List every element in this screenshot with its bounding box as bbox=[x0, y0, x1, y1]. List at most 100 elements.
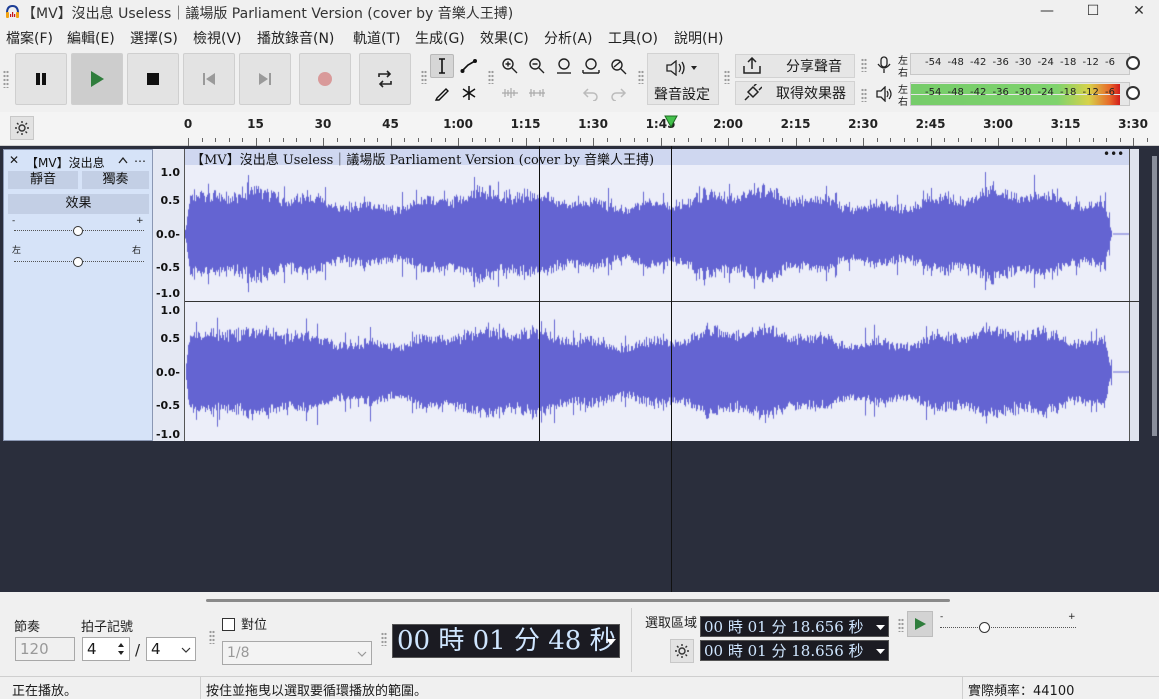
toolbar-grip[interactable] bbox=[381, 632, 387, 646]
timeline-ruler[interactable]: 0 15 30 45 1:00 1:15 1:30 1:45 2:00 2:15 2:30 2:45 3… bbox=[0, 112, 1159, 146]
snap-checkbox[interactable] bbox=[222, 618, 235, 631]
share-audio-button[interactable]: 分享聲音 bbox=[735, 54, 855, 78]
ruler-tick-mark bbox=[1011, 138, 1013, 142]
fit-project-button[interactable] bbox=[579, 54, 603, 78]
silence-button[interactable] bbox=[525, 81, 549, 105]
spinner-arrows-icon[interactable] bbox=[116, 640, 126, 658]
toolbar-grip[interactable] bbox=[724, 70, 730, 84]
playback-meter-knob[interactable] bbox=[1126, 86, 1140, 100]
track-name[interactable]: 【MV】沒出息 bbox=[26, 154, 105, 171]
ruler-tick-mark bbox=[296, 138, 297, 142]
menu-edit[interactable]: 編輯(E) bbox=[67, 28, 115, 48]
play-button[interactable] bbox=[71, 53, 123, 105]
multi-tool-button[interactable] bbox=[457, 81, 481, 105]
minimize-button[interactable]: — bbox=[1024, 0, 1070, 24]
get-effects-button[interactable]: 取得效果器 bbox=[735, 81, 855, 105]
vertical-scrollbar[interactable] bbox=[1152, 156, 1157, 436]
audio-clip[interactable]: 【MV】沒出息 Useless｜議場版 Parliament Version (… bbox=[185, 147, 1129, 441]
skip-to-start-button[interactable] bbox=[183, 53, 235, 105]
selection-options-button[interactable] bbox=[670, 639, 694, 663]
ruler-tick-label: 2:45 bbox=[915, 117, 946, 131]
record-icon bbox=[318, 72, 332, 86]
ruler-tick-mark bbox=[269, 138, 270, 142]
track-area[interactable]: ✕ 【MV】沒出息 … 靜音 獨奏 效果 - + 左 右 1.0 0.5 0.0… bbox=[0, 146, 1159, 592]
close-track-icon[interactable]: ✕ bbox=[9, 153, 19, 167]
skip-to-end-button[interactable] bbox=[239, 53, 291, 105]
gain-slider-thumb[interactable] bbox=[73, 226, 83, 236]
loop-button[interactable] bbox=[359, 53, 411, 105]
selection-tool-button[interactable] bbox=[430, 54, 454, 78]
clip-header[interactable]: 【MV】沒出息 Useless｜議場版 Parliament Version (… bbox=[185, 147, 1129, 168]
snap-select[interactable]: 1/8 bbox=[222, 641, 372, 665]
collapse-track-icon[interactable] bbox=[118, 156, 128, 164]
selection-start-field[interactable]: 00 時 01 分 18.656 秒 bbox=[700, 616, 889, 637]
microphone-icon[interactable] bbox=[876, 56, 892, 74]
playhead-marker-icon[interactable] bbox=[664, 115, 678, 128]
zoom-toggle-button[interactable] bbox=[606, 54, 630, 78]
trim-button[interactable] bbox=[498, 81, 522, 105]
menu-effect[interactable]: 效果(C) bbox=[480, 28, 529, 48]
menu-transport[interactable]: 播放錄音(N) bbox=[257, 28, 334, 48]
menu-view[interactable]: 檢視(V) bbox=[193, 28, 242, 48]
mute-button[interactable]: 靜音 bbox=[8, 171, 78, 189]
selection-end-field[interactable]: 00 時 01 分 18.656 秒 bbox=[700, 640, 889, 661]
draw-tool-button[interactable] bbox=[430, 81, 454, 105]
effects-button[interactable]: 效果 bbox=[8, 194, 149, 214]
fit-selection-button[interactable] bbox=[552, 54, 576, 78]
play-at-speed-button[interactable] bbox=[907, 611, 933, 637]
toolbar-grip[interactable] bbox=[488, 70, 494, 84]
ruler-tick-mark bbox=[1092, 138, 1094, 142]
time-signature-numerator[interactable]: 4 bbox=[82, 637, 130, 661]
zoom-in-button[interactable] bbox=[498, 54, 522, 78]
ruler-tick-mark bbox=[188, 138, 189, 146]
close-window-button[interactable]: ✕ bbox=[1116, 0, 1159, 24]
horizontal-scrollbar-thumb[interactable] bbox=[206, 599, 950, 602]
stop-button[interactable] bbox=[127, 53, 179, 105]
meter-scale-label: -54 bbox=[925, 57, 942, 68]
track-menu-button[interactable]: … bbox=[134, 151, 146, 165]
audio-setup-button[interactable]: 聲音設定 bbox=[647, 53, 719, 105]
menu-select[interactable]: 選擇(S) bbox=[130, 28, 178, 48]
redo-button[interactable] bbox=[606, 81, 630, 105]
tempo-field[interactable]: 120 bbox=[15, 637, 75, 661]
toolbar-grip[interactable] bbox=[209, 630, 215, 644]
ruler-tick-mark bbox=[876, 138, 878, 142]
undo-button[interactable] bbox=[579, 81, 603, 105]
tempo-label: 節奏 bbox=[14, 620, 41, 635]
track-end-edge bbox=[1129, 149, 1139, 441]
menu-help[interactable]: 說明(H) bbox=[674, 28, 723, 48]
toolbar-grip[interactable] bbox=[3, 70, 9, 88]
toolbar-grip[interactable] bbox=[898, 618, 904, 632]
pause-button[interactable] bbox=[15, 53, 67, 105]
menu-generate[interactable]: 生成(G) bbox=[415, 28, 465, 48]
toolbar-grip[interactable] bbox=[638, 70, 644, 84]
ruler-tick-mark bbox=[1106, 138, 1107, 142]
zoom-out-button[interactable] bbox=[525, 54, 549, 78]
record-meter[interactable]: -54 -48 -42 -36 -30 -24 -18 -12 -6 bbox=[910, 53, 1130, 75]
waveform[interactable] bbox=[185, 165, 1129, 441]
toolbar-grip[interactable] bbox=[861, 88, 867, 102]
speed-slider-track[interactable] bbox=[940, 627, 1076, 628]
playback-meter[interactable]: -54 -48 -42 -36 -30 -24 -18 -12 -6 bbox=[910, 82, 1130, 106]
speaker-icon[interactable] bbox=[875, 86, 893, 102]
toolbar-grip[interactable] bbox=[421, 70, 427, 84]
solo-button[interactable]: 獨奏 bbox=[82, 171, 149, 189]
time-display[interactable]: 00 時 01 分 48 秒 bbox=[392, 624, 620, 658]
speed-slider-thumb[interactable] bbox=[979, 622, 990, 633]
menu-tools[interactable]: 工具(O) bbox=[608, 28, 658, 48]
menu-bar: 檔案(F) 編輯(E) 選擇(S) 檢視(V) 播放錄音(N) 軌道(T) 生成… bbox=[0, 24, 1159, 48]
maximize-button[interactable]: ☐ bbox=[1070, 0, 1116, 24]
envelope-tool-button[interactable] bbox=[457, 54, 481, 78]
record-meter-knob[interactable] bbox=[1126, 56, 1140, 70]
menu-analyze[interactable]: 分析(A) bbox=[544, 28, 593, 48]
menu-tracks[interactable]: 軌道(T) bbox=[353, 28, 400, 48]
clip-menu-button[interactable]: ••• bbox=[1103, 147, 1124, 161]
toolbar-grip[interactable] bbox=[861, 58, 867, 72]
pan-slider-thumb[interactable] bbox=[73, 257, 83, 267]
ruler-tick-mark bbox=[323, 138, 324, 146]
meter-scale-label: -18 bbox=[1060, 57, 1077, 68]
time-signature-denominator[interactable]: 4 bbox=[146, 637, 196, 661]
record-button[interactable] bbox=[299, 53, 351, 105]
ruler-tick-mark bbox=[566, 138, 567, 142]
menu-file[interactable]: 檔案(F) bbox=[6, 28, 53, 48]
